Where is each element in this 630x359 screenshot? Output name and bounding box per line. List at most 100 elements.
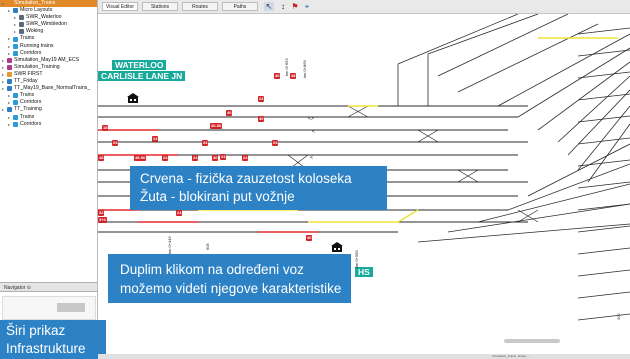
navigator-preview[interactable] bbox=[2, 296, 96, 320]
track-segment bbox=[397, 209, 419, 223]
track-segment bbox=[577, 203, 630, 211]
tree-item[interactable]: ▸ TT_May19_Base_NormalTrains_ bbox=[0, 85, 97, 92]
station-label-waterloo[interactable]: WATERLOO bbox=[112, 60, 167, 70]
pin-tool-icon[interactable]: ⌖ bbox=[302, 2, 312, 11]
km-marker: 605 bbox=[205, 243, 210, 250]
wider-view-line1: Širi prikaz bbox=[6, 323, 66, 338]
tree-node-icon bbox=[13, 8, 18, 14]
signal-speed-badge[interactable]: 24 bbox=[272, 140, 279, 146]
tree-item[interactable]: ▸ Simulation_May19 AM_ECS bbox=[0, 57, 97, 64]
tree-item-label: SWR FIRST bbox=[14, 70, 43, 77]
navigator-header[interactable]: Navigator ⊙ bbox=[0, 282, 97, 292]
signal-speed-badge[interactable]: 3+4 bbox=[98, 217, 107, 223]
tree-node-icon bbox=[13, 50, 18, 56]
wider-view-hint: Širi prikaz Infrastrukture bbox=[0, 320, 106, 359]
tree-item[interactable]: ▸ Trains bbox=[0, 114, 97, 121]
tree-item-label: Corridors bbox=[20, 49, 42, 56]
track-segment bbox=[447, 203, 630, 233]
tab-paths[interactable]: Paths bbox=[222, 2, 258, 11]
tree-item[interactable]: ▸ SWR FIRST bbox=[0, 71, 97, 78]
tree-item-label: Trains bbox=[20, 35, 35, 42]
km-marker: km 0+589 bbox=[354, 250, 359, 268]
signal-speed-badge[interactable]: 24 bbox=[162, 155, 169, 161]
tree-item-label: Simulation_May19 AM_ECS bbox=[14, 56, 80, 63]
track-segment bbox=[437, 13, 569, 77]
signal-speed-badge[interactable]: 40-96 bbox=[210, 123, 223, 129]
signal-speed-badge[interactable]: 24 bbox=[176, 210, 183, 216]
tab-routes[interactable]: Routes bbox=[182, 2, 218, 11]
tree-item[interactable]: ▸ Trains bbox=[0, 92, 97, 99]
tree-item-label: Trains bbox=[20, 113, 35, 120]
tree-item[interactable]: ▸ TT_Training bbox=[0, 106, 97, 113]
signal-speed-badge[interactable]: 24 bbox=[220, 154, 227, 160]
signal-speed-badge[interactable]: 40 bbox=[226, 110, 233, 116]
signal-speed-badge[interactable]: 24 bbox=[112, 140, 119, 146]
flag-tool-icon[interactable]: ⚑ bbox=[290, 2, 300, 11]
navigator-viewport[interactable] bbox=[57, 303, 85, 312]
station-building-icon bbox=[127, 90, 139, 103]
tree-node-icon bbox=[13, 100, 18, 106]
signal-speed-badge[interactable]: 48 bbox=[98, 155, 105, 161]
signal-speed-badge[interactable]: 32 bbox=[98, 210, 105, 216]
station-label-partial[interactable]: HS bbox=[355, 267, 373, 277]
track-segment bbox=[567, 89, 630, 156]
signal-speed-badge[interactable]: 48 bbox=[290, 73, 297, 79]
tree-item[interactable]: ▸ SWR_Wimbledon bbox=[0, 21, 97, 28]
tree-node-icon bbox=[7, 57, 12, 63]
pointer-tool-icon[interactable]: ↕ bbox=[278, 2, 288, 11]
tree-item-label: SWR_Wimbledon bbox=[26, 21, 67, 28]
signal-speed-badge[interactable]: 24 bbox=[192, 155, 199, 161]
signal-speed-badge[interactable]: 48-96 bbox=[134, 155, 147, 161]
track-segment bbox=[507, 163, 630, 211]
track-segment bbox=[577, 313, 630, 321]
track-segment bbox=[577, 137, 630, 145]
track-segment bbox=[577, 27, 630, 35]
signal-speed-badge[interactable]: 24 bbox=[152, 136, 159, 142]
track-segment bbox=[577, 247, 630, 255]
signal-speed-badge[interactable]: 40 bbox=[274, 73, 281, 79]
double-click-hint: Duplim klikom na određeni voz možemo vid… bbox=[108, 254, 351, 303]
horizontal-scrollbar[interactable] bbox=[504, 339, 560, 343]
track-segment bbox=[577, 225, 630, 233]
signal-speed-badge[interactable]: 40 bbox=[306, 235, 313, 241]
station-building-icon bbox=[331, 239, 343, 252]
tree-node-icon bbox=[7, 79, 12, 85]
station-label-carlisle-lane[interactable]: CARLISLE LANE JN bbox=[98, 71, 186, 81]
signal-speed-badge[interactable]: 24 bbox=[202, 140, 209, 146]
tree-item[interactable]: ▸ Running trains bbox=[0, 43, 97, 50]
project-tree: ▸ Simulation_Trains ▸ Micro Layouts ▸ SWR_Wat… bbox=[0, 0, 97, 128]
track-segment bbox=[497, 33, 630, 107]
editor-toolbar: Visual Editor Stations Routes Paths ↖ ↕ … bbox=[98, 0, 630, 14]
tree-item-label: TT_Friday bbox=[14, 78, 38, 85]
km-marker: km 0+692 bbox=[284, 58, 289, 76]
signal-speed-badge[interactable]: 40 bbox=[212, 155, 219, 161]
cursor-tool-icon[interactable]: ↖ bbox=[264, 2, 274, 11]
tree-node-icon bbox=[13, 114, 18, 120]
tab-stations[interactable]: Stations bbox=[142, 2, 178, 11]
tree-node-icon bbox=[19, 22, 24, 28]
tab-visual-editor[interactable]: Visual Editor bbox=[102, 2, 138, 11]
track-occupancy-legend: Crvena - fizička zauzetost koloseka Žuta… bbox=[130, 166, 387, 210]
tree-item[interactable]: ▸ Micro Layouts bbox=[0, 7, 97, 14]
tree-item-label: TT_Training bbox=[14, 106, 42, 113]
tree-item[interactable]: ▸ Trains bbox=[0, 35, 97, 42]
tree-item[interactable]: ▸ Corridors bbox=[0, 50, 97, 57]
signal-speed-badge[interactable]: 24 bbox=[242, 155, 249, 161]
km-marker: km 0+869 bbox=[302, 60, 307, 78]
navigator-label: Navigator bbox=[4, 285, 26, 291]
signal-speed-badge[interactable]: 24 bbox=[258, 96, 265, 102]
direction-arrow: <> bbox=[308, 116, 314, 122]
direction-arrow: < bbox=[310, 155, 313, 161]
direction-arrow: < bbox=[312, 129, 315, 135]
tree-item[interactable]: ▸ Simulation_Training bbox=[0, 64, 97, 71]
signal-speed-badge[interactable]: 18 bbox=[102, 125, 109, 131]
signal-speed-badge[interactable]: 40 bbox=[258, 116, 265, 122]
tree-item[interactable]: ▸ Simulation_Trains bbox=[0, 0, 97, 8]
tree-item[interactable]: ▸ SWR_Waterloo bbox=[0, 14, 97, 21]
tree-item[interactable]: ▸ TT_Friday bbox=[0, 78, 97, 85]
wider-view-line2: Infrastrukture bbox=[6, 341, 86, 356]
tree-item[interactable]: ▸ Corridors bbox=[0, 99, 97, 106]
tree-item[interactable]: ▸ Woking bbox=[0, 28, 97, 35]
tree-item-label: Micro Layouts bbox=[20, 7, 53, 14]
tree-item[interactable]: ▸ Corridors bbox=[0, 121, 97, 128]
